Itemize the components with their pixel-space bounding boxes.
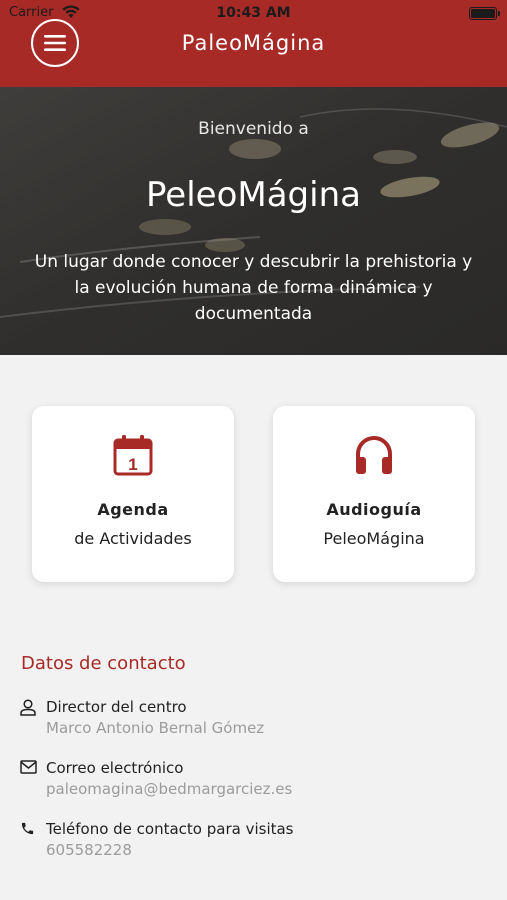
agenda-card[interactable]: 1 Agenda de Actividades bbox=[32, 406, 234, 582]
status-bar: Carrier 10:43 AM bbox=[0, 0, 507, 28]
headphones-icon bbox=[273, 434, 475, 476]
status-time: 10:43 AM bbox=[216, 5, 291, 21]
app-title: PaleoMágina bbox=[181, 31, 326, 55]
audioguide-card[interactable]: Audioguía PeleoMágina bbox=[273, 406, 475, 582]
hero-description: Un lugar donde conocer y descubrir la pr… bbox=[34, 252, 473, 324]
audioguide-card-title: Audioguía bbox=[326, 500, 422, 519]
mail-icon bbox=[20, 760, 37, 774]
calendar-day-number: 1 bbox=[128, 455, 137, 474]
welcome-text: Bienvenido a bbox=[198, 119, 309, 139]
calendar-icon: 1 bbox=[32, 434, 234, 476]
contact-label: Correo electrónico bbox=[46, 759, 184, 777]
contact-value[interactable]: 605582228 bbox=[46, 841, 132, 859]
audioguide-card-subtitle: PeleoMágina bbox=[323, 529, 425, 548]
contact-label: Teléfono de contacto para visitas bbox=[46, 820, 294, 838]
battery-icon bbox=[469, 7, 500, 20]
person-icon bbox=[20, 699, 36, 716]
hero-banner: Bienvenido a PeleoMágina Un lugar donde … bbox=[0, 87, 507, 355]
contact-value: Marco Antonio Bernal Gómez bbox=[46, 719, 265, 737]
contact-label: Director del centro bbox=[46, 698, 187, 716]
agenda-card-subtitle: de Actividades bbox=[74, 529, 192, 548]
contact-heading: Datos de contacto bbox=[21, 653, 186, 674]
agenda-card-title: Agenda bbox=[97, 500, 169, 519]
app-header: Carrier 10:43 AM PaleoMágina bbox=[0, 0, 507, 87]
contact-value[interactable]: paleomagina@bedmargarciez.es bbox=[46, 780, 292, 798]
hero-title: PeleoMágina bbox=[146, 175, 361, 215]
phone-icon bbox=[21, 822, 34, 835]
hero-text-block: Bienvenido a PeleoMágina Un lugar donde … bbox=[0, 87, 507, 355]
